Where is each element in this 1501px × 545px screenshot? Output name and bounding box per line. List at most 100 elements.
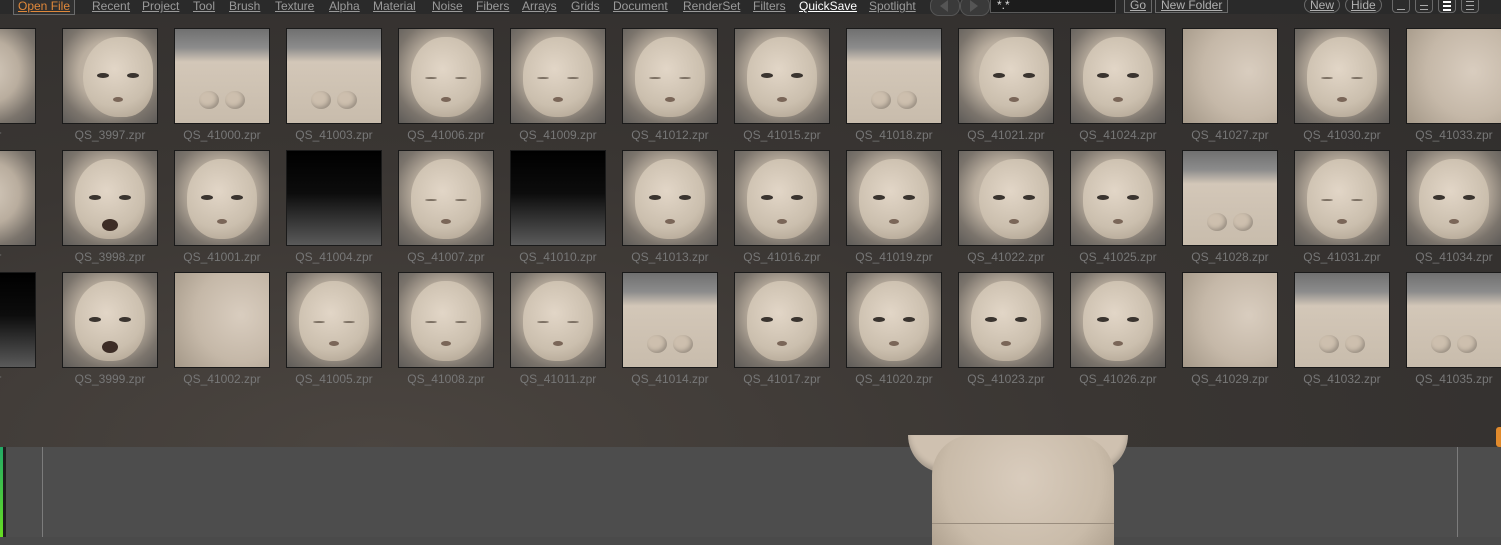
file-thumbnail[interactable]: QS_41022.zpr — [958, 150, 1058, 270]
back-button[interactable] — [930, 0, 960, 16]
file-thumbnail[interactable]: 4.zpr — [0, 28, 40, 148]
file-thumbnail[interactable]: QS_41018.zpr — [846, 28, 946, 148]
face-eye — [993, 73, 1005, 78]
tab-texture[interactable]: Texture — [275, 0, 314, 14]
file-thumbnail[interactable]: QS_41002.zpr — [174, 272, 274, 392]
file-name-label: QS_41031.zpr — [1303, 250, 1381, 264]
tab-renderset[interactable]: RenderSet — [683, 0, 740, 14]
baby-face-render — [747, 159, 817, 239]
thumbnail-image — [0, 150, 36, 246]
tab-brush[interactable]: Brush — [229, 0, 260, 14]
tab-document[interactable]: Document — [613, 0, 668, 14]
baby-face-render — [747, 281, 817, 361]
new-folder-button[interactable]: New Folder — [1155, 0, 1229, 13]
file-thumbnail[interactable]: QS_41016.zpr — [734, 150, 834, 270]
file-thumbnail[interactable]: QS_41028.zpr — [1182, 150, 1282, 270]
layout-list-icon-bar — [1466, 9, 1474, 10]
baby-face-render — [979, 37, 1049, 117]
tab-spotlight[interactable]: Spotlight — [869, 0, 916, 14]
go-button[interactable]: Go — [1124, 0, 1153, 13]
tab-project[interactable]: Project — [142, 0, 179, 14]
file-thumbnail[interactable]: QS_41015.zpr — [734, 28, 834, 148]
layout-medium-icon — [1420, 5, 1428, 6]
side-panel-handle[interactable] — [1496, 427, 1501, 447]
tab-noise[interactable]: Noise — [432, 0, 463, 14]
file-thumbnail[interactable]: QS_41006.zpr — [398, 28, 498, 148]
thumbnail-image — [62, 28, 158, 124]
tab-grids[interactable]: Grids — [571, 0, 600, 14]
file-thumbnail[interactable]: QS_3997.zpr — [62, 28, 162, 148]
tab-tool[interactable]: Tool — [193, 0, 215, 14]
layout-large-icon-bar — [1443, 5, 1451, 7]
canvas-viewport[interactable] — [0, 435, 1501, 545]
file-thumbnail[interactable]: QS_41034.zpr — [1406, 150, 1501, 270]
face-mouth — [102, 219, 118, 231]
layout-list-button[interactable] — [1461, 0, 1479, 13]
file-thumbnail[interactable]: 6.zpr — [0, 272, 40, 392]
file-thumbnail[interactable]: QS_41035.zpr — [1406, 272, 1501, 392]
tab-recent[interactable]: Recent — [92, 0, 130, 14]
tab-quicksave[interactable]: QuickSave — [799, 0, 857, 14]
file-thumbnail[interactable]: 5.zpr — [0, 150, 40, 270]
file-thumbnail[interactable]: QS_3998.zpr — [62, 150, 162, 270]
file-thumbnail[interactable]: QS_41026.zpr — [1070, 272, 1170, 392]
baby-hand-render — [1431, 335, 1451, 353]
face-eye — [425, 77, 437, 79]
file-name-label: QS_41016.zpr — [743, 250, 821, 264]
file-thumbnail[interactable]: QS_41003.zpr — [286, 28, 386, 148]
new-folder-label: New Folder — [1161, 0, 1223, 12]
file-thumbnail[interactable]: QS_41012.zpr — [622, 28, 722, 148]
thumbnail-image — [734, 28, 830, 124]
face-eye — [1127, 73, 1139, 78]
search-input[interactable] — [990, 0, 1116, 13]
file-thumbnail[interactable]: QS_41032.zpr — [1294, 272, 1394, 392]
file-thumbnail[interactable]: QS_41013.zpr — [622, 150, 722, 270]
file-thumbnail[interactable]: QS_41001.zpr — [174, 150, 274, 270]
file-thumbnail[interactable]: QS_41011.zpr — [510, 272, 610, 392]
face-mouth — [777, 341, 787, 346]
face-eye — [761, 195, 773, 200]
thumbnail-image — [1182, 272, 1278, 368]
tab-arrays[interactable]: Arrays — [522, 0, 557, 14]
file-thumbnail[interactable]: QS_41033.zpr — [1406, 28, 1501, 148]
file-thumbnail[interactable]: QS_41021.zpr — [958, 28, 1058, 148]
face-eye — [1127, 195, 1139, 200]
thumbnail-image — [1294, 150, 1390, 246]
tab-fibers[interactable]: Fibers — [476, 0, 509, 14]
file-thumbnail[interactable]: QS_41027.zpr — [1182, 28, 1282, 148]
file-thumbnail[interactable]: QS_41030.zpr — [1294, 28, 1394, 148]
file-thumbnail[interactable]: QS_41010.zpr — [510, 150, 610, 270]
file-thumbnail[interactable]: QS_41025.zpr — [1070, 150, 1170, 270]
thumbnail-image — [958, 150, 1054, 246]
file-thumbnail[interactable]: QS_41000.zpr — [174, 28, 274, 148]
layout-large-button[interactable] — [1438, 0, 1456, 13]
file-thumbnail[interactable]: QS_41023.zpr — [958, 272, 1058, 392]
file-thumbnail[interactable]: QS_41005.zpr — [286, 272, 386, 392]
file-thumbnail[interactable]: QS_41024.zpr — [1070, 28, 1170, 148]
layout-medium-button[interactable] — [1415, 0, 1433, 13]
baby-face-render — [1307, 37, 1377, 117]
file-thumbnail[interactable]: QS_41014.zpr — [622, 272, 722, 392]
file-thumbnail[interactable]: QS_41009.zpr — [510, 28, 610, 148]
tab-filters[interactable]: Filters — [753, 0, 786, 14]
file-thumbnail[interactable]: QS_41029.zpr — [1182, 272, 1282, 392]
file-thumbnail[interactable]: QS_41004.zpr — [286, 150, 386, 270]
file-thumbnail[interactable]: QS_3999.zpr — [62, 272, 162, 392]
file-thumbnail[interactable]: QS_41031.zpr — [1294, 150, 1394, 270]
file-thumbnail[interactable]: QS_41007.zpr — [398, 150, 498, 270]
file-thumbnail[interactable]: QS_41008.zpr — [398, 272, 498, 392]
thumbnail-image — [622, 272, 718, 368]
new-button[interactable]: New — [1304, 0, 1341, 13]
file-name-label: QS_41023.zpr — [967, 372, 1045, 386]
hide-button[interactable]: Hide — [1345, 0, 1382, 13]
file-thumbnail[interactable]: QS_41020.zpr — [846, 272, 946, 392]
tab-material[interactable]: Material — [373, 0, 416, 14]
layout-small-button[interactable] — [1392, 0, 1410, 13]
face-eye — [1127, 317, 1139, 322]
file-thumbnail[interactable]: QS_41019.zpr — [846, 150, 946, 270]
file-thumbnail[interactable]: QS_41017.zpr — [734, 272, 834, 392]
tab-alpha[interactable]: Alpha — [329, 0, 360, 14]
baby-face-render — [75, 159, 145, 239]
forward-button[interactable] — [960, 0, 990, 16]
tab-open-file[interactable]: Open File — [13, 0, 76, 15]
